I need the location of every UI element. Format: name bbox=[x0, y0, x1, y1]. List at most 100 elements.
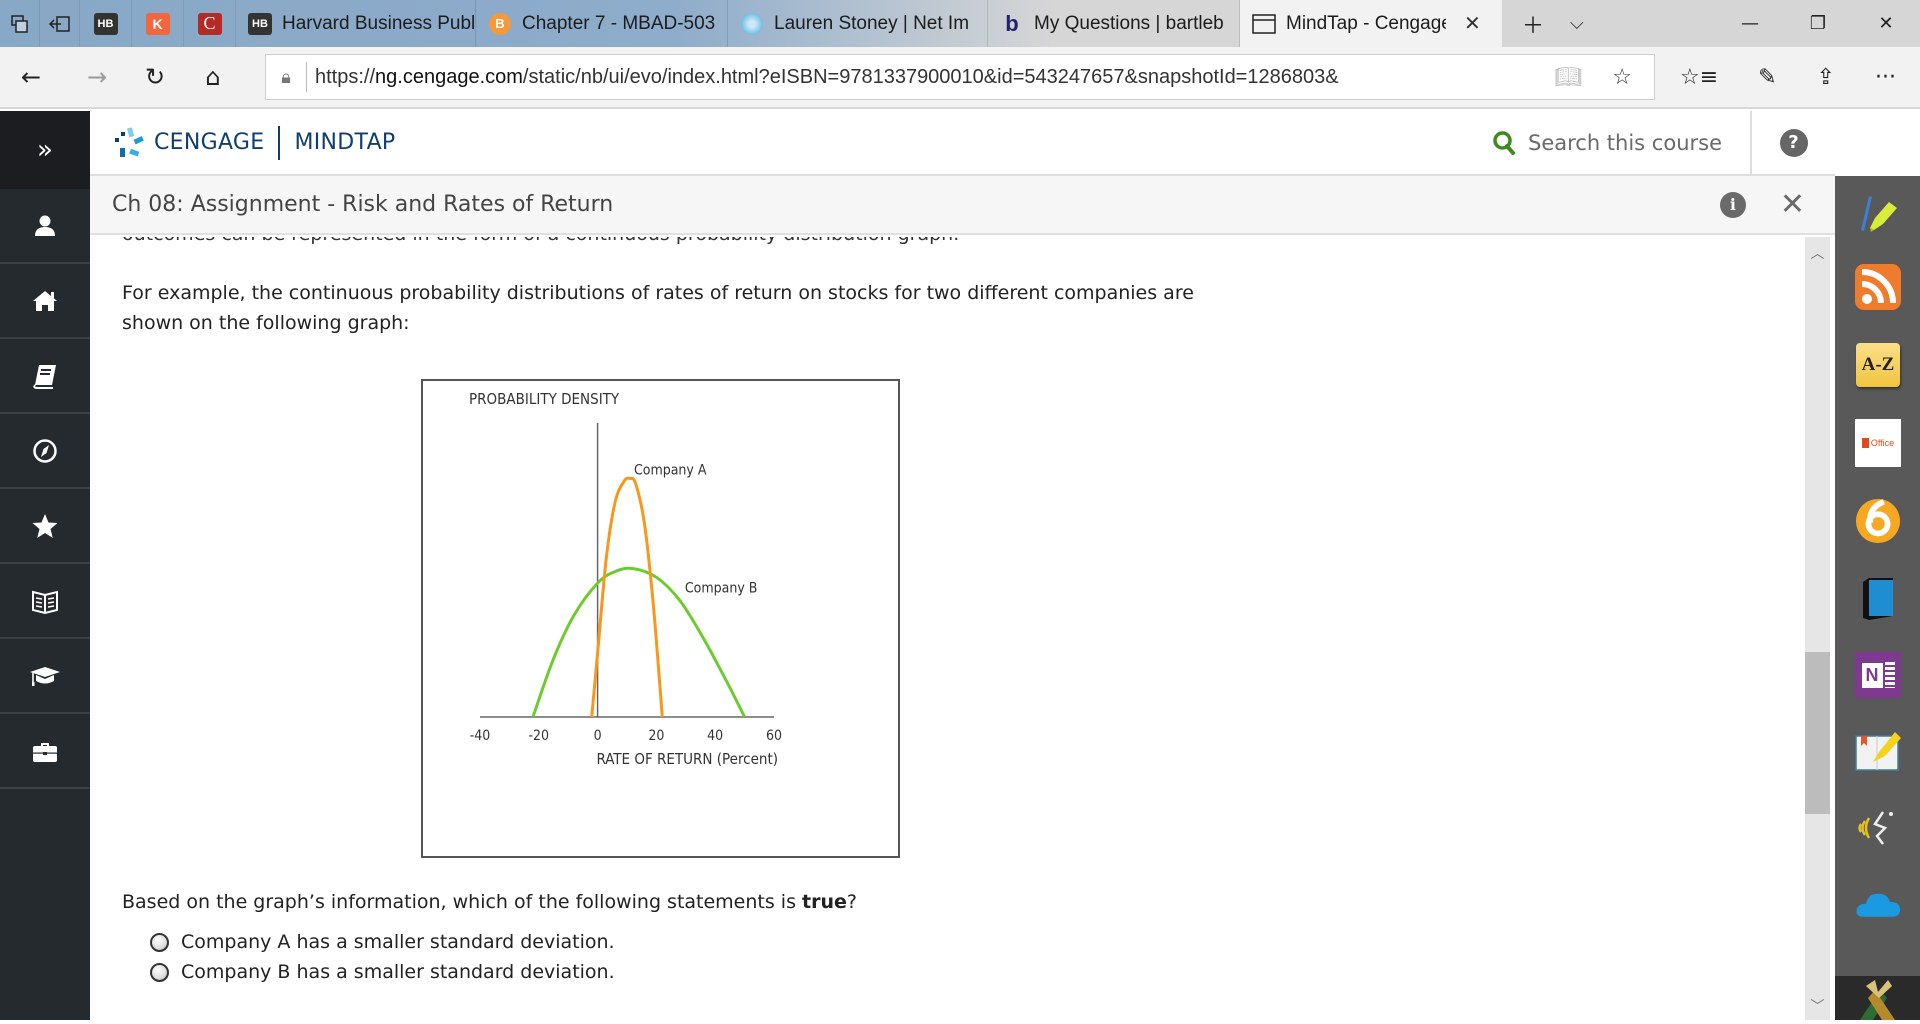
tab-mindtap[interactable]: MindTap - Cengage ✕ bbox=[1240, 0, 1502, 47]
address-bar[interactable]: 🔒︎ https://ng.cengage.com/static/nb/ui/e… bbox=[265, 54, 1655, 100]
sidebar-item-career[interactable] bbox=[0, 714, 90, 789]
info-icon[interactable]: i bbox=[1719, 191, 1746, 218]
x-tick-label: -40 bbox=[470, 728, 491, 744]
content-scrollbar[interactable]: ︿ ﹀ bbox=[1805, 237, 1830, 1020]
notes-highlight-icon bbox=[1855, 732, 1901, 771]
tool-onedrive[interactable] bbox=[1855, 880, 1901, 926]
pen-notes-icon[interactable]: ✎ bbox=[1758, 65, 1776, 90]
mindtap-brand: MINDTAP bbox=[294, 130, 396, 155]
url-text[interactable]: https://ng.cengage.com/static/nb/ui/evo/… bbox=[315, 66, 1339, 89]
x-axis-label: RATE OF RETURN (Percent) bbox=[596, 750, 778, 768]
home-icon bbox=[33, 290, 57, 311]
tool-office[interactable]: Office bbox=[1855, 419, 1901, 467]
navigation-bar: ← → ↻ ⌂ 🔒︎ https://ng.cengage.com/static… bbox=[0, 47, 1920, 109]
lock-icon: 🔒︎ bbox=[281, 66, 291, 88]
office-icon: Office bbox=[1855, 419, 1901, 467]
bartleby-icon: b bbox=[1005, 10, 1019, 36]
tool-highlighter[interactable] bbox=[1855, 188, 1901, 234]
onedrive-icon bbox=[1856, 893, 1901, 917]
tab-harvard[interactable]: HB Harvard Business Publi bbox=[236, 0, 476, 47]
search-placeholder[interactable]: Search this course bbox=[1528, 131, 1722, 155]
sidebar-item-star[interactable] bbox=[0, 489, 90, 564]
back-icon[interactable]: ← bbox=[6, 63, 56, 91]
close-window-icon[interactable]: ✕ bbox=[1852, 13, 1920, 34]
scroll-up-icon[interactable]: ︿ bbox=[1805, 243, 1830, 263]
sidebar-item-home[interactable] bbox=[0, 264, 90, 339]
pinned-tab-c[interactable]: C bbox=[184, 0, 236, 47]
a-z-icon: A-Z bbox=[1856, 343, 1900, 387]
globe-icon bbox=[740, 12, 764, 36]
new-tab-icon[interactable]: ＋ bbox=[1522, 8, 1544, 40]
highlighter-pen-icon bbox=[1861, 196, 1897, 232]
ebook-icon bbox=[1863, 578, 1893, 620]
tool-ebook[interactable] bbox=[1855, 576, 1901, 622]
graduation-cap-icon bbox=[30, 666, 60, 686]
intro-paragraph: For example, the continuous probability … bbox=[122, 282, 1194, 334]
question-text: Based on the graph’s information, which … bbox=[122, 891, 857, 913]
favorites-list-icon[interactable]: ☆≡ bbox=[1680, 65, 1718, 90]
y-axis-label: PROBABILITY DENSITY bbox=[469, 390, 620, 408]
restore-icon[interactable]: ❐ bbox=[1784, 13, 1852, 34]
sidebar-item-notebook[interactable] bbox=[0, 339, 90, 414]
close-tab-icon[interactable]: ✕ bbox=[1464, 11, 1481, 36]
probability-distribution-chart: PROBABILITY DENSITY -40 -20 0 20 40 60 Compan… bbox=[421, 379, 900, 858]
x-tick-label: 0 bbox=[594, 728, 602, 744]
minimize-icon[interactable]: — bbox=[1716, 13, 1784, 34]
favorite-star-icon[interactable]: ☆ bbox=[1612, 65, 1632, 90]
tab-bartleby[interactable]: b My Questions | bartleb bbox=[988, 0, 1240, 47]
x-tick-label: 60 bbox=[766, 728, 782, 744]
rss-icon bbox=[1855, 264, 1901, 310]
tab-preview-button[interactable] bbox=[0, 0, 40, 47]
course-search[interactable]: Search this course bbox=[1492, 111, 1750, 174]
scroll-down-icon[interactable]: ﹀ bbox=[1805, 996, 1830, 1016]
browser-tab-bar: HB K C HB Harvard Business Publi B Chapt… bbox=[0, 0, 1920, 47]
tool-onenote[interactable]: N bbox=[1855, 652, 1901, 698]
tab-list-chevron-icon[interactable]: ⌵ bbox=[1570, 13, 1584, 34]
pinned-tab-k[interactable]: K bbox=[132, 0, 184, 47]
expand-sidebar-button[interactable]: » bbox=[0, 111, 90, 189]
tool-glossary[interactable]: A-Z bbox=[1855, 342, 1901, 388]
radio-button[interactable] bbox=[150, 932, 169, 952]
tab-chapter7[interactable]: B Chapter 7 - MBAD-503 bbox=[476, 0, 728, 47]
sidebar-item-reader[interactable] bbox=[0, 564, 90, 639]
clipped-paragraph: outcomes can be represented in the form … bbox=[122, 237, 959, 245]
x-tick-label: 20 bbox=[648, 728, 664, 744]
reading-view-icon[interactable]: 📖︎ bbox=[1554, 65, 1582, 90]
more-options-icon[interactable]: ··· bbox=[1875, 65, 1896, 90]
help-button[interactable]: ? bbox=[1750, 111, 1835, 174]
activity-title-bar: Ch 08: Assignment - Risk and Rates of Re… bbox=[90, 176, 1835, 235]
star-icon bbox=[32, 513, 58, 538]
share-icon[interactable]: ⇪ bbox=[1817, 65, 1835, 90]
sidebar-item-courses[interactable] bbox=[0, 639, 90, 714]
scrollbar-thumb[interactable] bbox=[1805, 652, 1830, 814]
option-label: Company A has a smaller standard deviati… bbox=[181, 931, 615, 953]
x-tick-label: 40 bbox=[707, 728, 723, 744]
assignment-content: outcomes can be represented in the form … bbox=[90, 237, 1805, 1020]
forward-icon[interactable]: → bbox=[72, 63, 122, 91]
c-icon: C bbox=[197, 12, 222, 35]
option-company-a[interactable]: Company A has a smaller standard deviati… bbox=[150, 927, 615, 957]
home-icon[interactable]: ⌂ bbox=[188, 63, 238, 91]
sidebar-item-compass[interactable] bbox=[0, 414, 90, 489]
radio-button[interactable] bbox=[150, 962, 169, 982]
tab-label: Chapter 7 - MBAD-503 bbox=[522, 12, 716, 34]
dock-footer bbox=[1835, 976, 1920, 1020]
set-aside-tabs-button[interactable] bbox=[40, 0, 80, 47]
hb-icon: HB bbox=[93, 12, 118, 35]
flashcard-six-icon bbox=[1855, 498, 1901, 544]
close-activity-icon[interactable]: ✕ bbox=[1780, 187, 1805, 222]
x-app-icon[interactable] bbox=[1835, 976, 1920, 1020]
tool-flashcards[interactable] bbox=[1855, 498, 1901, 544]
tab-label: Harvard Business Publi bbox=[282, 12, 476, 34]
tool-readspeaker[interactable] bbox=[1855, 804, 1901, 850]
tab-preview-icon bbox=[10, 14, 28, 33]
option-company-b[interactable]: Company B has a smaller standard deviati… bbox=[150, 957, 615, 987]
tab-lauren[interactable]: Lauren Stoney | Net Im bbox=[728, 0, 988, 47]
tool-notes[interactable] bbox=[1855, 726, 1901, 772]
tool-rss[interactable] bbox=[1855, 264, 1901, 310]
sidebar-item-user[interactable] bbox=[0, 189, 90, 264]
apps-dock: A-Z Office N bbox=[1835, 176, 1920, 1020]
cengage-mindtap-logo[interactable]: CENGAGE MINDTAP bbox=[112, 125, 396, 160]
refresh-icon[interactable]: ↻ bbox=[130, 63, 180, 91]
pinned-tab-hb[interactable]: HB bbox=[80, 0, 132, 47]
